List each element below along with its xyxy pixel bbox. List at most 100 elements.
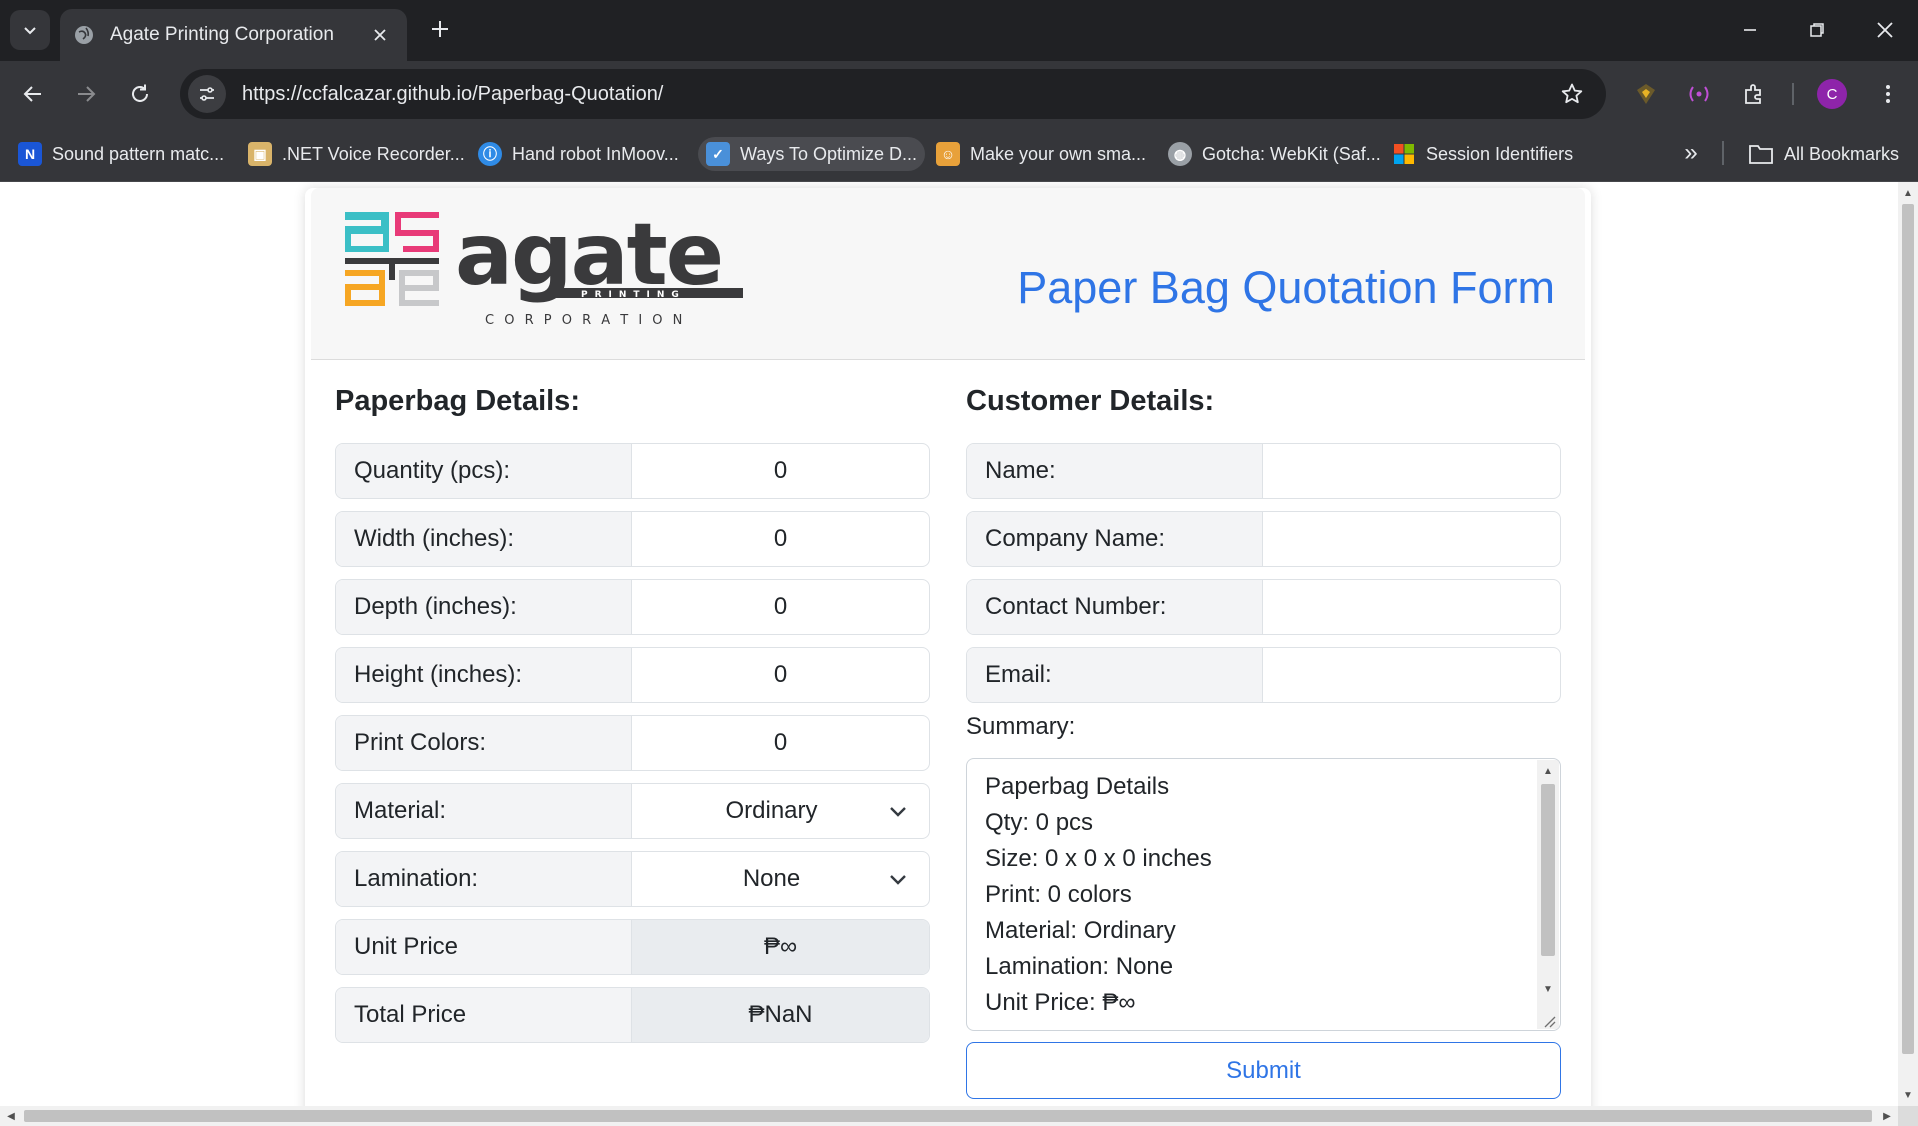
arrow-left-icon	[23, 86, 41, 102]
profile-avatar[interactable]: C	[1817, 79, 1847, 109]
unit-price-label: Unit Price	[336, 920, 632, 974]
depth-input[interactable]	[632, 580, 929, 634]
back-button[interactable]	[15, 76, 51, 112]
restore-icon	[1810, 23, 1824, 37]
address-bar[interactable]: https://ccfalcazar.github.io/Paperbag-Qu…	[180, 69, 1606, 119]
print-colors-input[interactable]	[632, 716, 929, 770]
bookmark-item[interactable]: ⓘ Hand robot InMoov...	[470, 137, 687, 171]
page-vertical-scrollbar[interactable]: ▲ ▼	[1898, 182, 1918, 1106]
material-label: Material:	[336, 784, 632, 838]
optimize-icon: ✓	[706, 142, 730, 166]
lamination-select[interactable]: None	[632, 852, 929, 906]
tab-search-button[interactable]	[10, 10, 50, 50]
scroll-right-icon[interactable]: ▶	[1878, 1106, 1896, 1126]
unit-price-value: ₱∞	[632, 920, 929, 974]
name-row: Name:	[966, 443, 1561, 499]
card-header: agate PRINTING C O R P O R A T I O N Pap…	[311, 188, 1585, 360]
bookmark-item[interactable]: ◍ Gotcha: WebKit (Saf...	[1160, 137, 1389, 171]
resize-grip-icon[interactable]	[1542, 1014, 1556, 1028]
total-price-label: Total Price	[336, 988, 632, 1042]
scroll-down-icon[interactable]: ▼	[1537, 980, 1559, 998]
bookmark-item[interactable]: ☺ Make your own sma...	[928, 137, 1154, 171]
submit-button[interactable]: Submit	[966, 1042, 1561, 1099]
summary-scrollbar[interactable]: ▲ ▼	[1537, 760, 1559, 1029]
agate-logo: agate PRINTING C O R P O R A T I O N	[345, 212, 743, 328]
folder-icon	[1749, 145, 1773, 164]
lamination-selected-value: None	[742, 865, 801, 892]
height-input-wrap	[632, 648, 929, 702]
scroll-up-icon[interactable]: ▲	[1537, 762, 1559, 780]
unit-price-row: Unit Price ₱∞	[335, 919, 930, 975]
bookmark-item[interactable]: ▣ .NET Voice Recorder...	[240, 137, 473, 171]
summary-scroll-thumb[interactable]	[1541, 784, 1555, 956]
print-colors-input-wrap	[632, 716, 929, 770]
print-colors-label: Print Colors:	[336, 716, 632, 770]
minimize-button[interactable]	[1722, 8, 1778, 52]
depth-row: Depth (inches):	[335, 579, 930, 635]
recorder-icon: ▣	[248, 142, 272, 166]
bookmark-label: .NET Voice Recorder...	[282, 143, 465, 164]
globe-icon	[72, 23, 96, 47]
tab-strip: Agate Printing Corporation	[0, 0, 1918, 61]
height-row: Height (inches):	[335, 647, 930, 703]
scroll-left-icon[interactable]: ◀	[2, 1106, 20, 1126]
site-info-icon[interactable]	[188, 75, 226, 113]
contact-input[interactable]	[1263, 580, 1560, 634]
reload-icon	[132, 84, 148, 102]
bookmark-item[interactable]: ✓ Ways To Optimize D...	[698, 137, 926, 171]
bookmark-label: Gotcha: WebKit (Saf...	[1202, 143, 1381, 164]
maker-icon: ☺	[936, 142, 960, 166]
page-scroll-thumb[interactable]	[1902, 204, 1914, 1054]
email-label: Email:	[967, 648, 1263, 702]
more-bookmarks-icon[interactable]: »	[1674, 136, 1708, 170]
extension-broadcast-icon[interactable]	[1683, 78, 1715, 110]
close-tab-icon[interactable]	[367, 22, 393, 48]
chevron-down-icon	[24, 27, 36, 35]
new-tab-button[interactable]	[423, 12, 457, 46]
active-tab[interactable]: Agate Printing Corporation	[60, 9, 407, 61]
name-label: Name:	[967, 444, 1263, 498]
total-price-row: Total Price ₱NaN	[335, 987, 930, 1043]
all-bookmarks-button[interactable]: All Bookmarks	[1748, 137, 1899, 171]
company-row: Company Name:	[966, 511, 1561, 567]
globe-icon: ◍	[1168, 142, 1192, 166]
quantity-label: Quantity (pcs):	[336, 444, 632, 498]
height-input[interactable]	[632, 648, 929, 702]
page-hscroll-thumb[interactable]	[24, 1110, 1872, 1122]
restore-button[interactable]	[1789, 8, 1845, 52]
bookmark-label: Hand robot InMoov...	[512, 143, 679, 164]
summary-line: Paperbag Details	[985, 773, 1170, 800]
email-row: Email:	[966, 647, 1561, 703]
email-field[interactable]	[1263, 648, 1560, 702]
summary-line: Qty: 0 pcs	[985, 809, 1094, 836]
more-menu-icon[interactable]	[1872, 78, 1904, 110]
forward-button[interactable]	[68, 76, 104, 112]
bookmark-star-icon[interactable]	[1552, 74, 1592, 114]
summary-textarea[interactable]: Paperbag Details Qty: 0 pcs Size: 0 x 0 …	[966, 758, 1561, 1031]
extension-vpn-icon[interactable]	[1630, 78, 1662, 110]
bookmark-item[interactable]: N Sound pattern matc...	[10, 137, 232, 171]
minimize-icon	[1744, 29, 1756, 31]
summary-label: Summary:	[966, 713, 1076, 740]
reload-button[interactable]	[122, 76, 158, 112]
name-input[interactable]	[1263, 444, 1560, 498]
browser-toolbar: https://ccfalcazar.github.io/Paperbag-Qu…	[0, 61, 1918, 127]
chevron-down-icon	[890, 875, 906, 885]
scroll-up-icon[interactable]: ▲	[1898, 184, 1918, 202]
company-input-wrap	[1263, 512, 1560, 566]
width-input-wrap	[632, 512, 929, 566]
url-text[interactable]: https://ccfalcazar.github.io/Paperbag-Qu…	[242, 83, 1552, 106]
name-input-wrap	[1263, 444, 1560, 498]
close-window-button[interactable]	[1857, 8, 1913, 52]
bookmark-label: Session Identifiers	[1426, 143, 1574, 164]
quantity-input[interactable]	[632, 444, 929, 498]
extensions-puzzle-icon[interactable]	[1738, 78, 1770, 110]
lamination-label: Lamination:	[336, 852, 632, 906]
width-input[interactable]	[632, 512, 929, 566]
bookmark-item[interactable]: Session Identifiers	[1384, 137, 1581, 171]
material-select[interactable]: Ordinary	[632, 784, 929, 838]
company-input[interactable]	[1263, 512, 1560, 566]
page-horizontal-scrollbar[interactable]: ◀ ▶	[0, 1106, 1898, 1126]
scrollbar-corner	[1898, 1106, 1918, 1126]
scroll-down-icon[interactable]: ▼	[1898, 1086, 1918, 1104]
